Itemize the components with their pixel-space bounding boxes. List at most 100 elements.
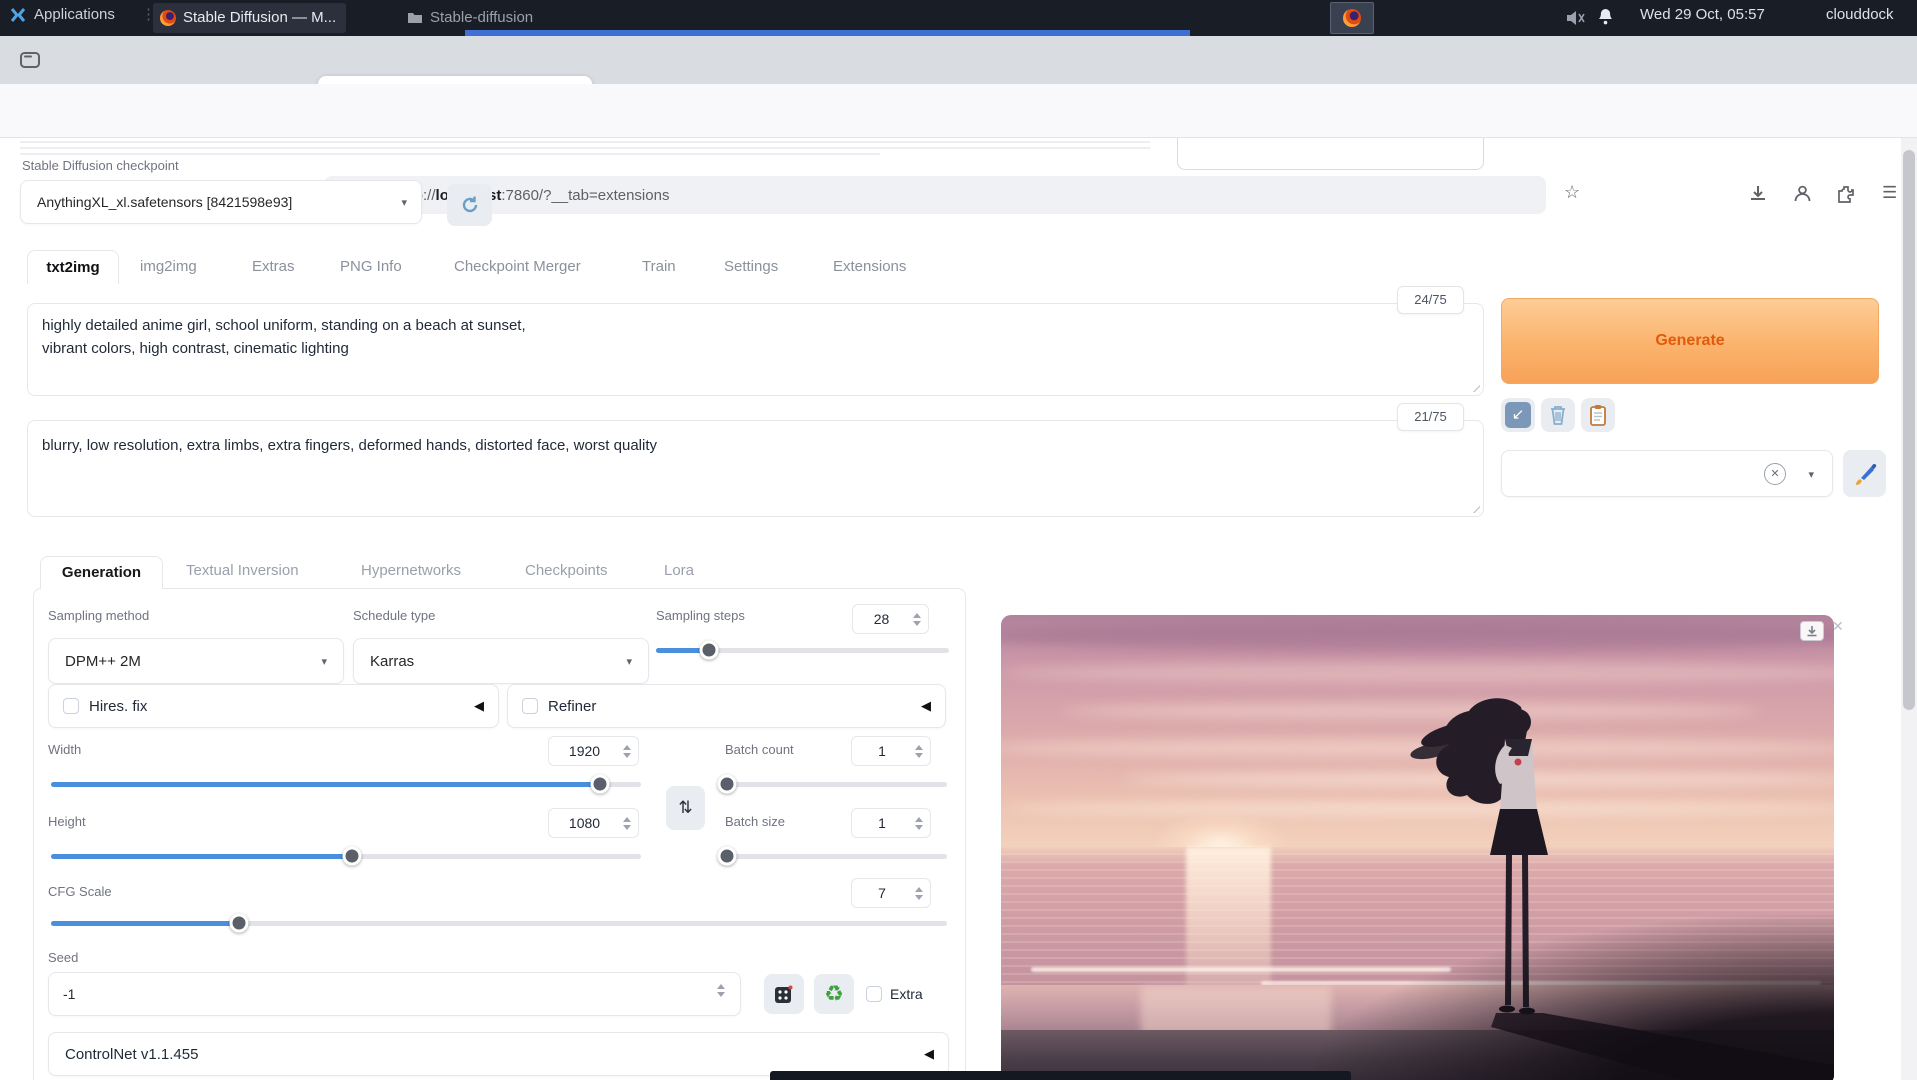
subtab-generation[interactable]: Generation <box>40 556 163 589</box>
slider-knob[interactable] <box>718 775 737 794</box>
paste-params-button[interactable]: ↙ <box>1501 398 1535 432</box>
page-scrollbar-thumb[interactable] <box>1903 150 1915 710</box>
seed-extra-checkbox[interactable] <box>866 986 882 1002</box>
clock[interactable]: Wed 29 Oct, 05:57 <box>1640 0 1765 30</box>
chevron-down-icon[interactable]: ▾ <box>1808 468 1814 481</box>
taskbar-firefox-launcher[interactable] <box>1330 2 1374 34</box>
menu-hamburger-icon[interactable]: ☰ <box>1882 183 1897 203</box>
subtab-checkpoints[interactable]: Checkpoints <box>525 562 608 579</box>
resize-handle[interactable] <box>1470 503 1480 513</box>
tab-settings[interactable]: Settings <box>724 258 778 275</box>
subtab-lora[interactable]: Lora <box>664 562 694 579</box>
page-remnant-box <box>1177 138 1484 170</box>
width-slider[interactable] <box>51 777 641 791</box>
audio-muted-icon[interactable] <box>1566 10 1586 26</box>
random-seed-dice-button[interactable] <box>764 974 804 1014</box>
generated-image[interactable] <box>1001 615 1834 1080</box>
tab-train[interactable]: Train <box>642 258 676 275</box>
refiner-checkbox[interactable] <box>522 698 538 714</box>
sampling-steps-value: 28 <box>853 611 910 627</box>
browser-toolbar: ← → http://localhost:7860/?__tab=extensi… <box>0 84 1917 138</box>
cfg-scale-slider[interactable] <box>51 916 947 930</box>
tab-extensions[interactable]: Extensions <box>833 258 906 275</box>
sampling-method-label: Sampling method <box>48 608 149 623</box>
checkpoint-dropdown[interactable]: AnythingXL_xl.safetensors [8421598e93] ▾ <box>20 180 422 224</box>
bookmark-star-icon[interactable]: ☆ <box>1564 182 1580 203</box>
schedule-type-dropdown[interactable]: Karras ▾ <box>353 638 649 684</box>
spinner-icon[interactable] <box>910 613 924 626</box>
firefox-view-icon[interactable] <box>20 52 40 68</box>
seed-input[interactable]: -1 <box>48 972 741 1016</box>
clear-styles-icon[interactable]: ✕ <box>1764 463 1786 485</box>
tab-checkpoint-merger[interactable]: Checkpoint Merger <box>454 258 581 275</box>
spinner-icon[interactable] <box>620 817 634 830</box>
cfg-scale-input[interactable]: 7 <box>851 878 931 908</box>
edit-styles-button[interactable] <box>1843 450 1886 497</box>
downloads-icon[interactable] <box>1749 185 1767 203</box>
spinner-icon[interactable] <box>912 745 926 758</box>
height-slider[interactable] <box>51 849 641 863</box>
collapse-arrow-icon[interactable]: ◀ <box>921 698 931 714</box>
subtab-textual-inversion[interactable]: Textual Inversion <box>186 562 299 579</box>
slider-knob[interactable] <box>718 847 737 866</box>
reuse-seed-recycle-button[interactable]: ♻ <box>814 974 854 1014</box>
collapse-arrow-icon[interactable]: ◀ <box>924 1046 934 1062</box>
batch-count-input[interactable]: 1 <box>851 736 931 766</box>
refiner-accordion[interactable]: Refiner ◀ <box>507 684 946 728</box>
swap-dimensions-button[interactable]: ⇅ <box>666 786 705 830</box>
slider-knob[interactable] <box>342 847 361 866</box>
batch-size-slider[interactable] <box>727 849 947 863</box>
applications-menu[interactable]: Applications <box>34 0 115 30</box>
spinner-icon[interactable] <box>620 745 634 758</box>
clear-prompt-trash-button[interactable] <box>1541 398 1575 432</box>
generate-button[interactable]: Generate <box>1501 298 1879 384</box>
sampling-steps-slider[interactable] <box>656 643 949 657</box>
negative-text: blurry, low resolution, extra limbs, ext… <box>42 437 657 454</box>
schedule-type-label: Schedule type <box>353 608 435 623</box>
firefox-icon <box>160 10 176 26</box>
batch-size-input[interactable]: 1 <box>851 808 931 838</box>
tab-img2img[interactable]: img2img <box>140 258 197 275</box>
tab-png-info[interactable]: PNG Info <box>340 258 402 275</box>
image-close-icon[interactable]: ✕ <box>1832 618 1844 635</box>
slider-knob[interactable] <box>230 914 249 933</box>
trash-icon <box>1548 404 1568 426</box>
negative-token-counter: 21/75 <box>1397 403 1464 431</box>
taskbar-window-stable-diffusion[interactable]: Stable Diffusion — M... <box>153 3 346 33</box>
subtab-hypernetworks[interactable]: Hypernetworks <box>361 562 461 579</box>
apply-styles-clipboard-button[interactable] <box>1581 398 1615 432</box>
width-input[interactable]: 1920 <box>548 736 639 766</box>
spinner-icon[interactable] <box>714 984 728 997</box>
styles-dropdown[interactable]: ✕ ▾ <box>1501 450 1833 497</box>
image-download-button[interactable] <box>1800 621 1824 641</box>
height-input[interactable]: 1080 <box>548 808 639 838</box>
tab-txt2img[interactable]: txt2img <box>27 250 119 284</box>
collapse-arrow-icon[interactable]: ◀ <box>474 698 484 714</box>
tab-extras[interactable]: Extras <box>252 258 295 275</box>
controlnet-accordion[interactable]: ControlNet v1.1.455 ◀ <box>48 1032 949 1076</box>
controlnet-label: ControlNet v1.1.455 <box>65 1046 924 1063</box>
account-profile-icon[interactable] <box>1793 184 1812 203</box>
extensions-puzzle-icon[interactable] <box>1837 185 1855 203</box>
url-text[interactable]: http://localhost:7860/?__tab=extensions <box>398 187 669 204</box>
refresh-checkpoint-button[interactable] <box>447 184 492 226</box>
sampling-method-dropdown[interactable]: DPM++ 2M ▾ <box>48 638 344 684</box>
batch-count-value: 1 <box>852 743 912 759</box>
resize-handle[interactable] <box>1470 382 1480 392</box>
hires-fix-checkbox[interactable] <box>63 698 79 714</box>
spinner-icon[interactable] <box>912 817 926 830</box>
paintbrush-icon <box>1852 461 1878 487</box>
batch-count-slider[interactable] <box>727 777 947 791</box>
slider-knob[interactable] <box>590 775 609 794</box>
batch-size-label: Batch size <box>725 814 785 829</box>
prompt-textarea[interactable]: highly detailed anime girl, school unifo… <box>27 303 1484 396</box>
image-shadow-corner <box>1314 915 1834 1080</box>
taskbar-window-folder[interactable]: Stable-diffusion <box>400 3 543 33</box>
hires-fix-accordion[interactable]: Hires. fix ◀ <box>48 684 499 728</box>
download-icon <box>1806 625 1818 637</box>
negative-prompt-textarea[interactable]: blurry, low resolution, extra limbs, ext… <box>27 420 1484 517</box>
slider-knob[interactable] <box>699 641 718 660</box>
notifications-bell-icon[interactable] <box>1598 8 1613 26</box>
sampling-steps-input[interactable]: 28 <box>852 604 929 634</box>
spinner-icon[interactable] <box>912 887 926 900</box>
